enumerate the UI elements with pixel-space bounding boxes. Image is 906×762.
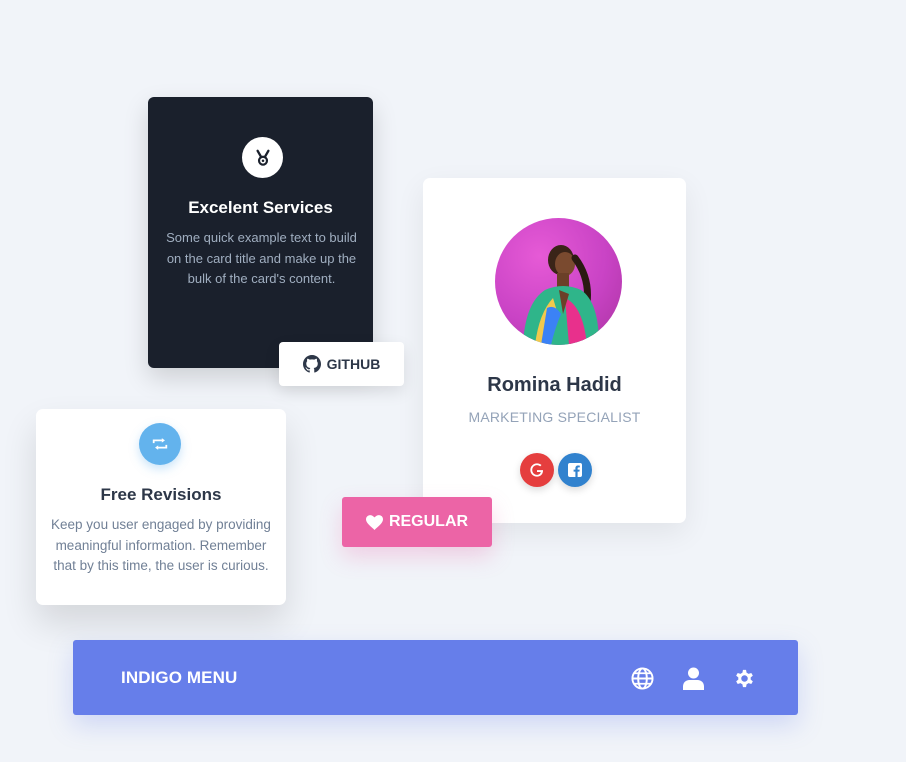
revisions-card: Free Revisions Keep you user engaged by … — [36, 409, 286, 605]
menu-brand[interactable]: INDIGO MENU — [121, 668, 237, 688]
profile-role: MARKETING SPECIALIST — [468, 409, 641, 425]
heart-icon — [365, 514, 383, 530]
github-icon — [302, 355, 321, 373]
services-card-title: Excelent Services — [188, 198, 333, 217]
revisions-card-title: Free Revisions — [100, 485, 222, 504]
gear-icon[interactable] — [732, 666, 756, 690]
google-button[interactable] — [520, 453, 554, 487]
indigo-menu-bar: INDIGO MENU — [73, 640, 798, 715]
google-icon — [528, 461, 546, 479]
user-icon[interactable] — [681, 666, 705, 690]
facebook-button[interactable] — [558, 453, 592, 487]
medal-icon — [242, 137, 283, 178]
profile-name: Romina Hadid — [487, 374, 622, 396]
globe-icon[interactable] — [630, 666, 654, 690]
retweet-icon — [139, 423, 181, 465]
avatar — [495, 218, 622, 345]
github-button[interactable]: GITHUB — [279, 342, 404, 386]
services-card-text: Some quick example text to build on the … — [166, 230, 357, 286]
facebook-icon — [567, 462, 583, 478]
services-card: Excelent Services Some quick example tex… — [148, 97, 373, 368]
profile-card: Romina Hadid MARKETING SPECIALIST — [423, 178, 686, 523]
github-button-label: GITHUB — [326, 356, 381, 372]
regular-button[interactable]: REGULAR — [342, 497, 492, 547]
regular-button-label: REGULAR — [388, 513, 469, 530]
revisions-card-text: Keep you user engaged by providing meani… — [51, 517, 271, 573]
